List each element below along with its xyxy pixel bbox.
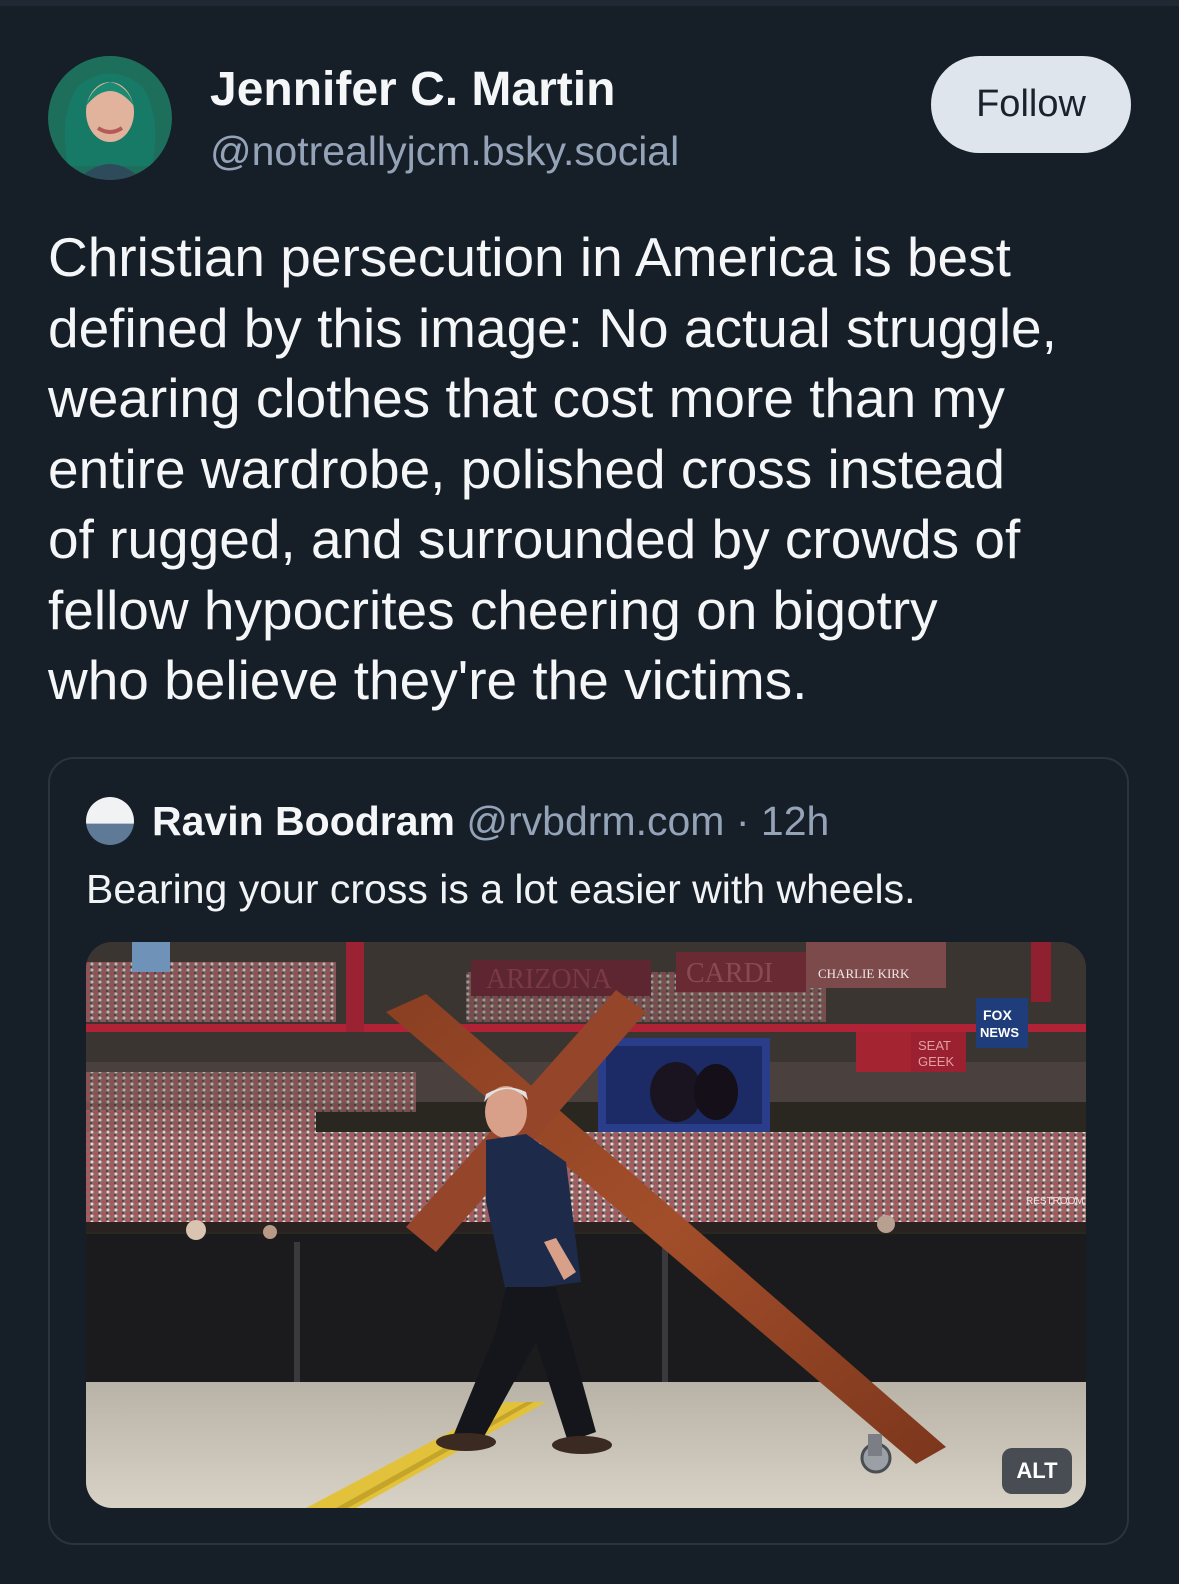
quoted-author-avatar[interactable] bbox=[86, 797, 134, 845]
quoted-post-time[interactable]: 12h bbox=[761, 798, 829, 844]
arizona-sign-text: ARIZONA bbox=[486, 964, 613, 995]
restroom-sign: RESTROOM bbox=[1026, 1196, 1084, 1207]
top-divider bbox=[0, 0, 1179, 6]
avatar-portrait-icon bbox=[48, 56, 172, 180]
fox-news-logo bbox=[976, 998, 1028, 1048]
barrier bbox=[86, 1234, 1086, 1382]
quoted-author-handle[interactable]: @rvbdrm.com bbox=[466, 798, 724, 844]
quoted-post-text: Bearing your cross is a lot easier with … bbox=[86, 866, 916, 912]
post-text: Christian persecution in America is best… bbox=[48, 226, 1057, 711]
cardinals-sign-text: CARDI bbox=[686, 958, 773, 989]
author-handle[interactable]: @notreallyjcm.bsky.social bbox=[210, 126, 679, 176]
seatgeek-text-2: GEEK bbox=[918, 1054, 954, 1069]
quoted-post-image[interactable]: ARIZONA CARDI CHARLIE KIRK FOX NEWS SEAT… bbox=[86, 942, 1086, 1508]
seatgeek-text-1: SEAT bbox=[918, 1038, 951, 1053]
follow-button[interactable]: Follow bbox=[931, 56, 1131, 153]
memorial-banner-text: CHARLIE KIRK bbox=[818, 966, 910, 981]
memorial-banner bbox=[806, 942, 946, 988]
author-avatar[interactable] bbox=[48, 56, 172, 180]
meta-separator: · bbox=[724, 798, 761, 844]
post-header: Jennifer C. Martin @notreallyjcm.bsky.so… bbox=[48, 56, 1131, 181]
quoted-author-name[interactable]: Ravin Boodram bbox=[152, 798, 455, 844]
quoted-post-card[interactable]: Ravin Boodram @rvbdrm.com · 12h Bearing … bbox=[48, 757, 1129, 1545]
news-logo-text: NEWS bbox=[980, 1025, 1019, 1040]
quoted-post-header: Ravin Boodram @rvbdrm.com · 12h bbox=[152, 793, 829, 849]
alt-text-button[interactable]: ALT bbox=[1002, 1448, 1072, 1494]
fox-logo-text: FOX bbox=[983, 1007, 1012, 1023]
author-name[interactable]: Jennifer C. Martin bbox=[210, 62, 615, 118]
stadium-photo: ARIZONA CARDI CHARLIE KIRK FOX NEWS SEAT… bbox=[86, 942, 1086, 1508]
